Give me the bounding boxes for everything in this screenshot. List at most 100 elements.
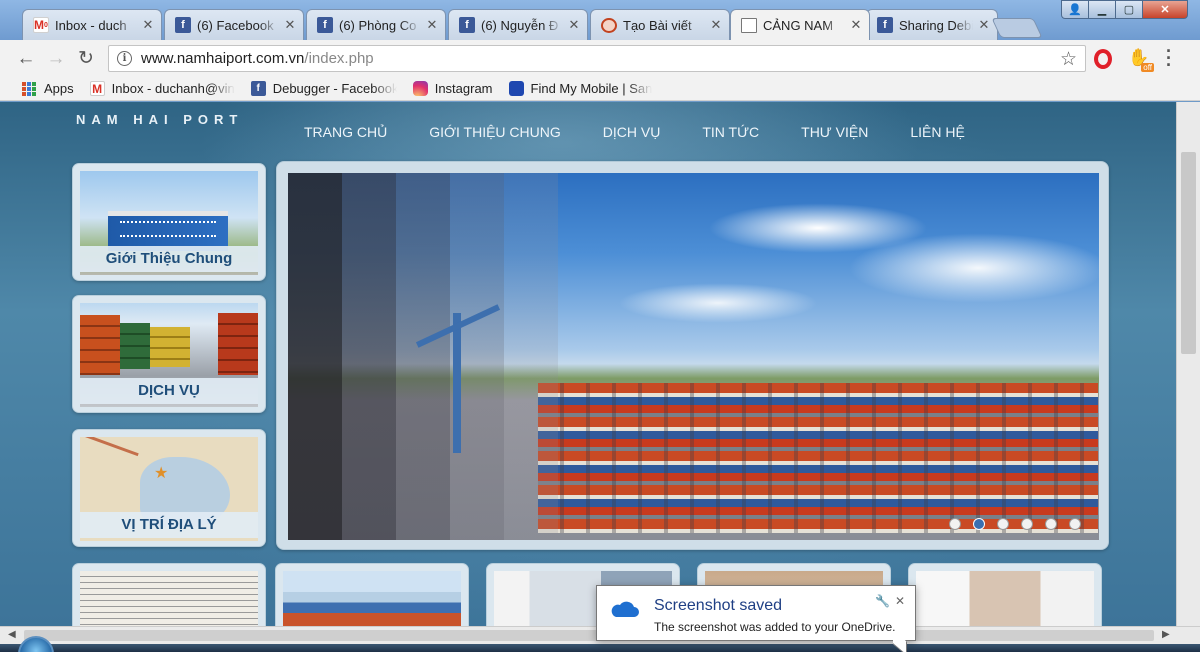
- slider-dot[interactable]: [973, 518, 985, 530]
- tab-title: (6) Facebook: [197, 17, 274, 33]
- site-logo[interactable]: NAM HAI PORT: [76, 112, 243, 127]
- url-path: /index.php: [304, 50, 374, 67]
- nav-gioi-thieu-chung[interactable]: GIỚI THIỆU CHUNG: [429, 124, 561, 140]
- info-icon[interactable]: i: [117, 51, 132, 66]
- close-icon[interactable]: ✕: [425, 17, 439, 33]
- reload-button[interactable]: ↻: [74, 47, 98, 71]
- page-viewport: NAM HAI PORT TRANG CHỦ GIỚI THIỆU CHUNG …: [0, 102, 1176, 626]
- bookmark-facebook-debugger[interactable]: f Debugger - Facebook: [250, 81, 397, 96]
- side-card-gioi-thieu[interactable]: Giới Thiệu Chung: [72, 163, 266, 281]
- settings-wrench-icon[interactable]: 🔧: [875, 594, 890, 608]
- tab-title: Tạo Bài viết: [623, 17, 692, 33]
- bookmark-find-my-mobile[interactable]: Find My Mobile | San: [508, 81, 653, 96]
- thumb-port-ship[interactable]: [275, 563, 469, 626]
- side-card-caption: Giới Thiệu Chung: [80, 246, 258, 272]
- port-aerial-image: [288, 173, 1099, 540]
- find-my-mobile-icon: [508, 81, 524, 96]
- menu-dots-icon[interactable]: · · ·: [1166, 42, 1172, 74]
- tab-title: Sharing Debi: [899, 17, 973, 33]
- gmail-count: 0: [44, 21, 48, 29]
- slider-dot[interactable]: [949, 518, 961, 530]
- facebook-icon: f: [877, 17, 893, 33]
- forward-button[interactable]: →: [44, 47, 68, 71]
- window-controls: 👤 ▁ ▢ ✕: [1061, 0, 1188, 19]
- tab-facebook[interactable]: f (6) Facebook ✕: [164, 9, 304, 40]
- maximize-button[interactable]: ▢: [1115, 0, 1143, 19]
- thumb-newspaper[interactable]: [72, 563, 266, 626]
- extension-badge: off: [1141, 63, 1154, 72]
- vertical-scroll-thumb[interactable]: [1181, 152, 1196, 354]
- close-icon[interactable]: ✕: [283, 17, 297, 33]
- url-text: www.namhaiport.com.vn/index.php: [141, 50, 374, 67]
- slider-dot[interactable]: [1021, 518, 1033, 530]
- close-icon[interactable]: ✕: [849, 17, 863, 33]
- close-icon[interactable]: ✕: [141, 17, 155, 33]
- horizontal-scroll-thumb[interactable]: [24, 630, 1154, 641]
- scroll-left-icon[interactable]: ◀: [8, 629, 16, 640]
- tab-cang-nam-hai[interactable]: CẢNG NAM ✕: [730, 9, 870, 40]
- address-bar[interactable]: i www.namhaiport.com.vn/index.php ☆: [108, 45, 1086, 72]
- tab-strip: M0 Inbox - duch ✕ f (6) Facebook ✕ f (6)…: [0, 0, 1200, 40]
- back-button[interactable]: ←: [14, 47, 38, 71]
- slider-dot[interactable]: [997, 518, 1009, 530]
- close-icon[interactable]: ✕: [567, 17, 581, 33]
- side-card-caption: VỊ TRÍ ĐỊA LÝ: [80, 512, 258, 538]
- thumb-call-center[interactable]: [908, 563, 1102, 626]
- bookmark-label: Debugger - Facebook: [272, 81, 397, 96]
- slider-dot[interactable]: [1045, 518, 1057, 530]
- side-card-vi-tri[interactable]: ★ VỊ TRÍ ĐỊA LÝ: [72, 429, 266, 547]
- tab-gmail-inbox[interactable]: M0 Inbox - duch ✕: [22, 9, 162, 40]
- instagram-icon: [412, 81, 428, 96]
- nav-trang-chu[interactable]: TRANG CHỦ: [304, 124, 387, 140]
- tab-title: (6) Nguyễn Đ: [481, 17, 559, 33]
- slider-dot[interactable]: [1069, 518, 1081, 530]
- tab-sharing-debugger[interactable]: f Sharing Debi ✕: [866, 9, 998, 40]
- onedrive-cloud-icon: [611, 601, 639, 617]
- taskbar: [0, 644, 1200, 652]
- bookmark-apps[interactable]: Apps: [22, 81, 74, 96]
- tab-facebook-phong[interactable]: f (6) Phòng Co ✕: [306, 9, 446, 40]
- nav-lien-he[interactable]: LIÊN HỆ: [910, 124, 964, 140]
- slider-dots: [949, 518, 1081, 530]
- opera-extension-icon[interactable]: [1094, 49, 1112, 69]
- main-nav: TRANG CHỦ GIỚI THIỆU CHUNG DỊCH VỤ TIN T…: [304, 124, 1007, 140]
- document-icon: [741, 17, 757, 33]
- minimize-button[interactable]: ▁: [1088, 0, 1116, 19]
- hand-extension-icon[interactable]: ✋ off: [1128, 48, 1154, 72]
- url-host: www.namhaiport.com.vn: [141, 50, 305, 67]
- tab-title: CẢNG NAM: [763, 17, 834, 33]
- bookmark-label: Instagram: [434, 81, 493, 96]
- side-card-dich-vu[interactable]: DỊCH VỤ: [72, 295, 266, 413]
- nav-tin-tuc[interactable]: TIN TỨC: [702, 124, 759, 140]
- bookmark-label: Inbox - duchanh@vin: [111, 81, 235, 96]
- hero-slider[interactable]: [276, 161, 1109, 550]
- new-tab-button[interactable]: [991, 18, 1043, 38]
- tab-tao-bai-viet[interactable]: Tạo Bài viết ✕: [590, 9, 730, 40]
- vertical-scrollbar[interactable]: [1176, 102, 1200, 626]
- user-icon[interactable]: 👤: [1061, 0, 1089, 19]
- facebook-icon: f: [175, 17, 191, 33]
- gmail-icon: M: [89, 81, 105, 96]
- bookmark-star-icon[interactable]: ☆: [1060, 48, 1077, 71]
- nav-dich-vu[interactable]: DỊCH VỤ: [603, 124, 661, 140]
- tab-facebook-nguyen[interactable]: f (6) Nguyễn Đ ✕: [448, 9, 588, 40]
- bookmark-label: Find My Mobile | San: [530, 81, 653, 96]
- bookmark-instagram[interactable]: Instagram: [412, 81, 493, 96]
- nav-thu-vien[interactable]: THƯ VIỆN: [801, 124, 868, 140]
- tab-title: Inbox - duch: [55, 17, 127, 33]
- close-icon[interactable]: ✕: [977, 17, 991, 33]
- globe-icon: [601, 17, 617, 33]
- browser-toolbar: ← → ↻ i www.namhaiport.com.vn/index.php …: [0, 40, 1200, 77]
- bookmark-label: Apps: [44, 81, 74, 96]
- facebook-icon: f: [459, 17, 475, 33]
- onedrive-toast[interactable]: Screenshot saved The screenshot was adde…: [596, 585, 916, 652]
- scroll-right-icon[interactable]: ▶: [1162, 629, 1170, 640]
- bookmark-gmail-inbox[interactable]: M Inbox - duchanh@vin: [89, 81, 235, 96]
- close-window-button[interactable]: ✕: [1142, 0, 1188, 19]
- call-center-image: [916, 571, 1094, 626]
- close-icon[interactable]: ✕: [709, 17, 723, 33]
- close-icon[interactable]: ✕: [895, 594, 905, 608]
- port-ship-image: [283, 571, 461, 626]
- toast-message: The screenshot was added to your OneDriv…: [654, 620, 896, 634]
- gmail-icon: M0: [33, 17, 49, 33]
